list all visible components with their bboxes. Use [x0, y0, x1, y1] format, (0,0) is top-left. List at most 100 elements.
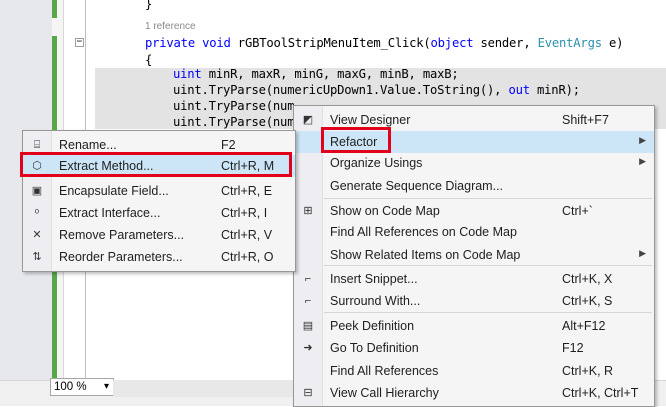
keyword: void	[202, 36, 231, 50]
menu-item-label: Extract Method...	[59, 159, 154, 173]
menu-item-label: Show on Code Map	[330, 204, 440, 218]
rename-icon: ⌸	[33, 139, 41, 151]
menu-item-surround-with[interactable]: ⌐ Surround With... Ctrl+K, S	[294, 290, 654, 312]
keyword: uint	[173, 67, 202, 81]
code-line-declaration: uint minR, maxR, minG, maxG, minB, maxB;	[173, 66, 459, 82]
horizontal-scrollbar[interactable]	[113, 380, 293, 397]
menu-item-shortcut: Ctrl+R, V	[221, 228, 273, 242]
menu-item-label: Remove Parameters...	[59, 228, 185, 242]
submenu-arrow-icon: ▶	[639, 248, 646, 258]
menu-item-generate-sequence-diagram[interactable]: Generate Sequence Diagram...	[294, 175, 654, 197]
param-name: sender,	[473, 36, 538, 50]
menu-item-encapsulate-field[interactable]: ▣ Encapsulate Field... Ctrl+R, E	[23, 180, 295, 202]
editor-context-menu: ◩ View Designer Shift+F7 Refactor ▶ Organize …	[293, 105, 655, 407]
menu-item-shortcut: Ctrl+K, S	[562, 294, 613, 308]
menu-item-extract-method[interactable]: ⬡ Extract Method... Ctrl+R, M	[23, 155, 295, 177]
menu-item-find-all-references-on-code-map[interactable]: Find All References on Code Map	[294, 221, 654, 243]
refactor-submenu: ⌸ Rename... F2 ⬡ Extract Method... Ctrl+R, M ▣…	[22, 130, 296, 272]
zoom-dropdown[interactable]: 100 % ▾	[50, 378, 114, 396]
menu-item-remove-parameters[interactable]: ✕ Remove Parameters... Ctrl+R, V	[23, 224, 295, 246]
encapsulate-field-icon: ▣	[31, 185, 43, 197]
menu-item-view-designer[interactable]: ◩ View Designer Shift+F7	[294, 109, 654, 131]
menu-item-label: View Call Hierarchy	[330, 386, 439, 400]
menu-item-label: Find All References on Code Map	[330, 225, 517, 239]
menu-item-label: Encapsulate Field...	[59, 184, 169, 198]
menu-item-show-on-code-map[interactable]: ⊞ Show on Code Map Ctrl+`	[294, 200, 654, 222]
code-text: uint.TryParse(numericUpDown1.Value.ToStr…	[173, 83, 509, 97]
remove-parameters-icon: ✕	[32, 229, 42, 241]
type-name: EventArgs	[537, 36, 602, 50]
zoom-value: 100 %	[54, 381, 87, 393]
menu-item-view-call-hierarchy[interactable]: ⊟ View Call Hierarchy Ctrl+K, Ctrl+T	[294, 382, 654, 404]
menu-item-peek-definition[interactable]: ▤ Peek Definition Alt+F12	[294, 315, 654, 337]
code-line-tryparse-3: uint.TryParse(num	[173, 114, 295, 130]
menu-item-label: Insert Snippet...	[330, 272, 418, 286]
call-hierarchy-icon: ⊟	[303, 387, 313, 399]
extract-method-icon: ⬡	[32, 160, 42, 172]
code-text: minR, maxR, minG, maxG, minB, maxB;	[201, 67, 459, 81]
menu-separator	[324, 265, 652, 266]
menu-item-shortcut: F12	[562, 341, 584, 355]
menu-item-label: Reorder Parameters...	[59, 250, 183, 264]
menu-item-label: Generate Sequence Diagram...	[330, 179, 504, 193]
menu-item-label: Rename...	[59, 138, 117, 152]
view-designer-icon: ◩	[302, 114, 314, 126]
menu-item-rename[interactable]: ⌸ Rename... F2	[23, 134, 295, 156]
code-text: minR);	[529, 83, 580, 97]
menu-item-label: Show Related Items on Code Map	[330, 248, 521, 262]
menu-item-label: Organize Usings	[330, 156, 423, 170]
surround-with-icon: ⌐	[304, 295, 312, 307]
menu-item-shortcut: Ctrl+R, O	[221, 250, 274, 264]
menu-item-reorder-parameters[interactable]: ⇅ Reorder Parameters... Ctrl+R, O	[23, 246, 295, 268]
keyword: out	[508, 83, 530, 97]
menu-item-shortcut: Ctrl+K, Ctrl+T	[562, 386, 639, 400]
insert-snippet-icon: ⌐	[304, 273, 312, 285]
method-name: rGBToolStripMenuItem_Click(	[230, 36, 431, 50]
menu-item-label: Surround With...	[330, 294, 421, 308]
submenu-arrow-icon: ▶	[639, 156, 646, 166]
code-line-brace-open: {	[145, 53, 153, 67]
menu-item-show-related-items-on-code-map[interactable]: Show Related Items on Code Map ▶	[294, 244, 654, 266]
change-indicator	[52, 0, 57, 18]
menu-separator	[324, 312, 652, 313]
menu-item-refactor[interactable]: Refactor ▶	[294, 131, 654, 153]
code-line-method-signature: private void rGBToolStripMenuItem_Click(…	[145, 35, 623, 51]
menu-item-label: Refactor	[330, 135, 378, 149]
param-name: e)	[601, 36, 624, 50]
code-map-icon: ⊞	[303, 205, 313, 217]
menu-item-shortcut: Alt+F12	[562, 319, 606, 333]
menu-separator	[324, 198, 652, 199]
menu-item-label: Extract Interface...	[59, 206, 161, 220]
menu-item-label: Go To Definition	[330, 341, 419, 355]
menu-item-find-all-references[interactable]: Find All References Ctrl+K, R	[294, 360, 654, 382]
menu-item-shortcut: Ctrl+K, R	[562, 364, 614, 378]
code-line-tryparse-1: uint.TryParse(numericUpDown1.Value.ToStr…	[173, 82, 580, 98]
menu-item-label: View Designer	[330, 113, 411, 127]
menu-item-shortcut: Shift+F7	[562, 113, 609, 127]
menu-item-extract-interface[interactable]: ᵒ Extract Interface... Ctrl+R, I	[23, 202, 295, 224]
code-text: uint.TryParse(num	[173, 99, 295, 113]
codelens-references[interactable]: 1 reference	[145, 21, 196, 32]
submenu-arrow-icon: ▶	[639, 135, 646, 145]
menu-item-label: Peek Definition	[330, 319, 415, 333]
keyword: object	[430, 36, 474, 50]
extract-interface-icon: ᵒ	[34, 207, 40, 219]
menu-item-insert-snippet[interactable]: ⌐ Insert Snippet... Ctrl+K, X	[294, 268, 654, 290]
menu-item-shortcut: F2	[221, 138, 236, 152]
menu-item-shortcut: Ctrl+R, M	[221, 159, 275, 173]
menu-item-shortcut: Ctrl+`	[562, 204, 593, 218]
peek-definition-icon: ▤	[302, 320, 314, 332]
code-text: uint.TryParse(num	[173, 115, 295, 129]
code-line-tryparse-2: uint.TryParse(num	[173, 98, 295, 114]
menu-item-label: Find All References	[330, 364, 439, 378]
menu-item-go-to-definition[interactable]: ➜ Go To Definition F12	[294, 337, 654, 359]
chevron-down-icon: ▾	[103, 381, 109, 392]
keyword: private	[145, 36, 195, 50]
menu-item-organize-usings[interactable]: Organize Usings ▶	[294, 152, 654, 174]
go-to-definition-icon: ➜	[303, 342, 313, 354]
code-line-brace-close: }	[145, 0, 153, 11]
reorder-parameters-icon: ⇅	[32, 251, 42, 263]
collapse-toggle[interactable]: −	[75, 38, 84, 47]
menu-item-shortcut: Ctrl+R, E	[221, 184, 273, 198]
menu-item-shortcut: Ctrl+R, I	[221, 206, 268, 220]
